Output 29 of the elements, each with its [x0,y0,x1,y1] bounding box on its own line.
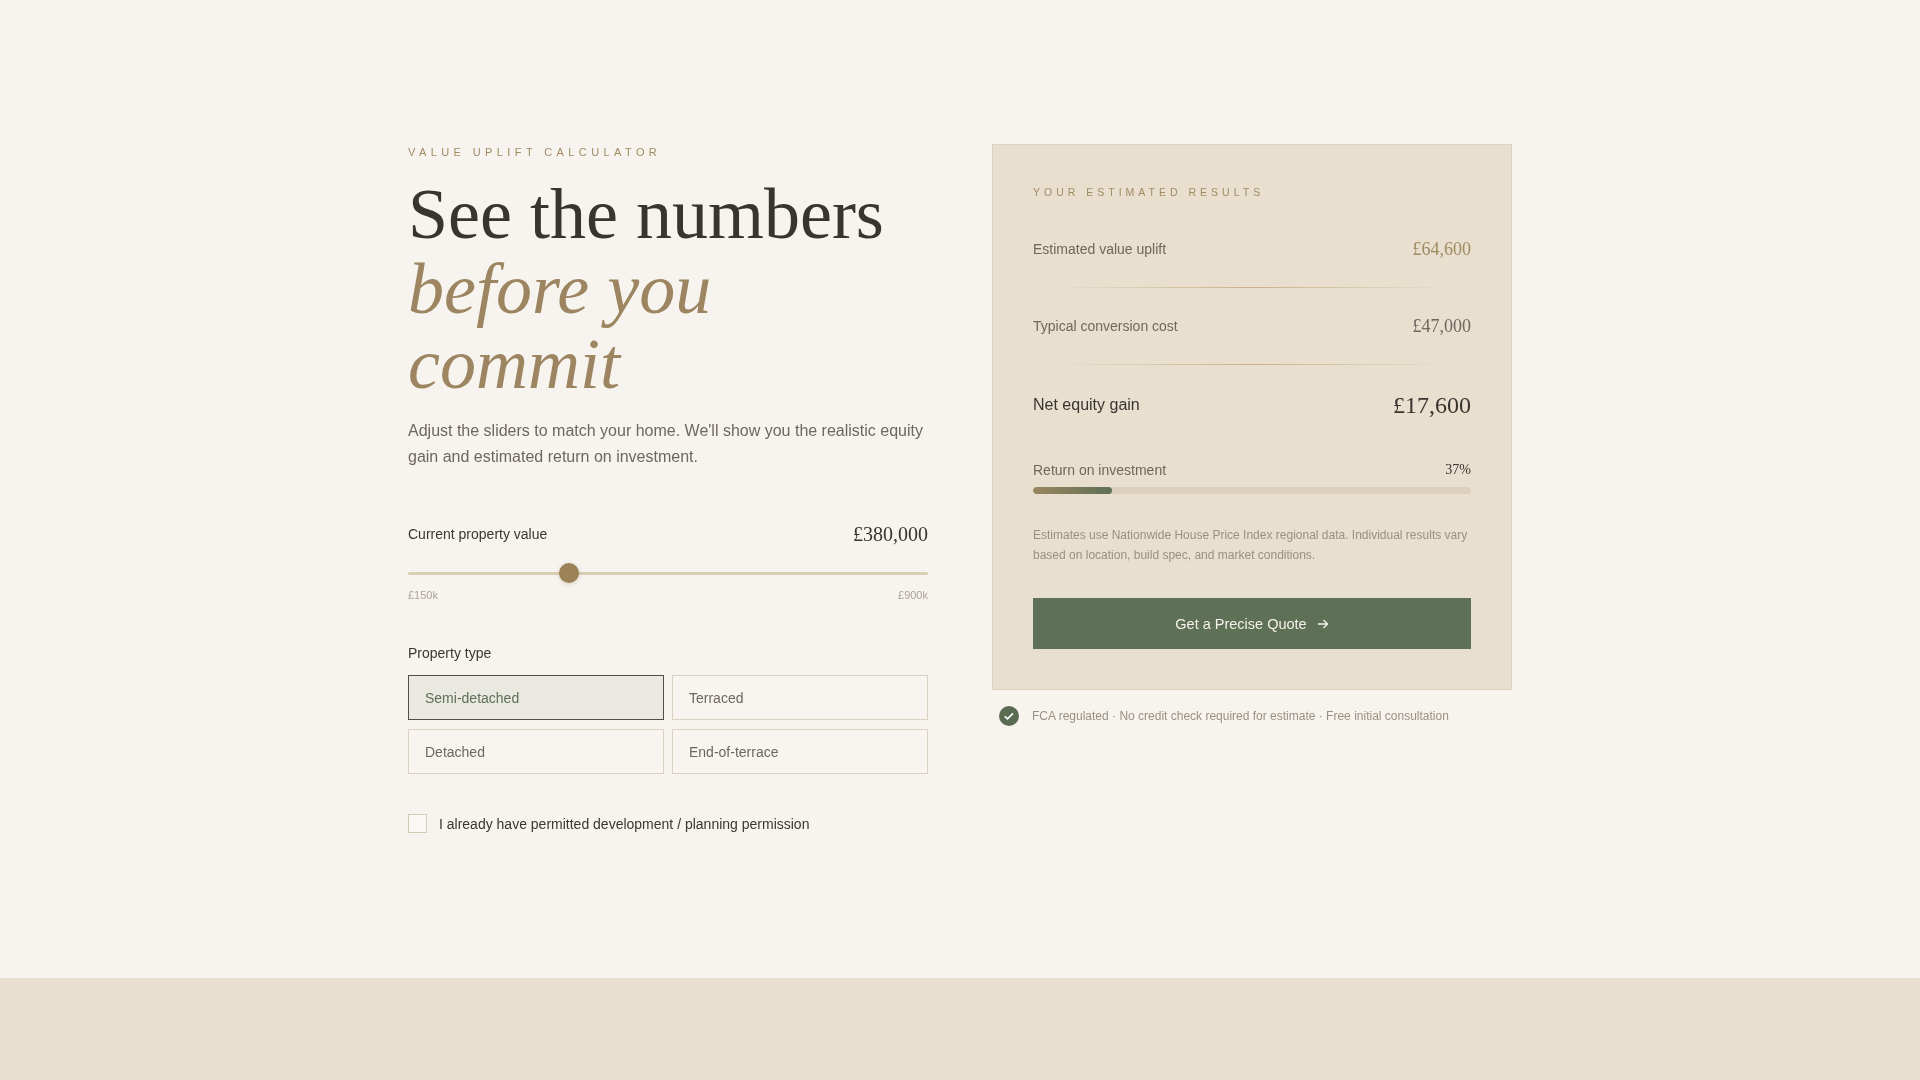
slider-min-label: £150k [408,588,438,602]
property-type-option[interactable]: Semi-detached [408,675,664,720]
property-value-amount: £380,000 [853,522,928,546]
section-eyebrow: VALUE UPLIFT CALCULATOR [408,145,663,160]
property-value-label: Current property value [408,525,548,543]
result-value: £47,000 [1412,315,1471,338]
property-type-option[interactable]: Terraced [672,675,928,720]
property-type-option[interactable]: Detached [408,729,664,774]
result-value: £64,600 [1412,238,1471,261]
hero-heading: See the numbers before you commit [408,177,885,402]
slider-max-label: £900k [898,588,928,602]
property-type-label: Property type [408,644,493,662]
property-type-option[interactable]: End-of-terrace [672,729,928,774]
result-value: £17,600 [1393,391,1471,420]
check-icon [999,706,1019,726]
arrow-icon [1316,617,1329,630]
disclaimer-text: Estimates use Nationwide House Price Index regional data. Individual results vary based on location, build spec, and market conditions. [1033,527,1469,564]
results-eyebrow: YOUR ESTIMATED RESULTS [1033,185,1266,200]
slider-handle[interactable] [559,563,580,583]
result-label: Net equity gain [1033,395,1140,415]
roi-value: 37% [1445,461,1471,479]
result-label: Estimated value uplift [1033,240,1167,259]
result-label: Typical conversion cost [1033,317,1178,336]
trust-note: FCA regulated · No credit check required for estimate · Free initial consultation [1032,708,1449,725]
intro-text: Adjust the sliders to match your home. We'll show you the realistic equity gain and estimated return on investment. [408,421,924,467]
checkbox-label[interactable]: I already have permitted development / planning permission [439,814,810,833]
checkbox[interactable] [408,814,427,833]
roi-label: Return on investment [1033,461,1167,480]
quote-button[interactable]: Get a Precise Quote [1033,598,1471,649]
